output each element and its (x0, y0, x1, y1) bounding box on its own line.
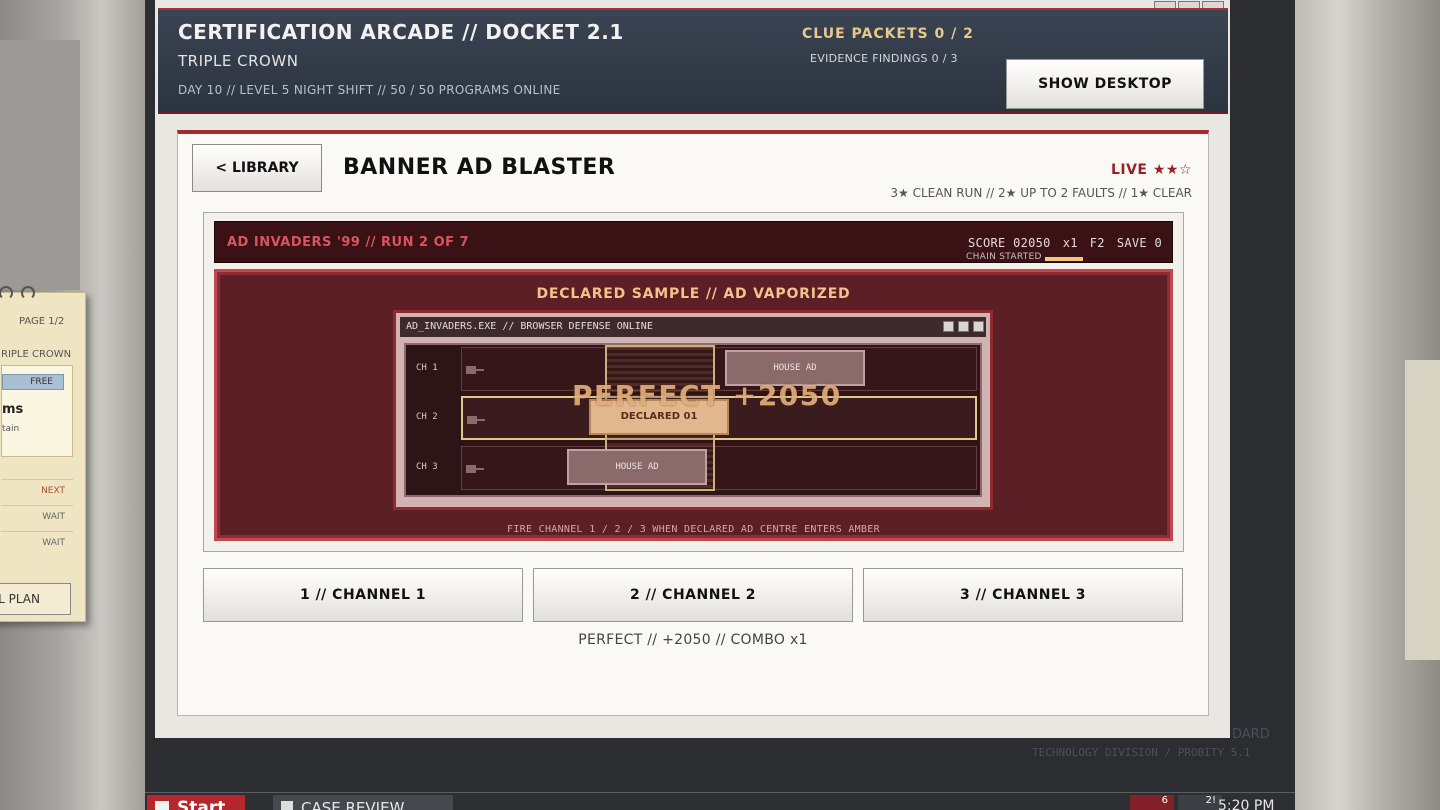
ad-window-controls (939, 317, 984, 336)
evidence-findings-counter: EVIDENCE FINDINGS 0 / 3 (810, 52, 958, 65)
notepad-row-next: NEXT (1, 479, 73, 501)
lane-channel-3 (461, 446, 977, 490)
app-header: CERTIFICATION ARCADE // DOCKET 2.1 TRIPL… (158, 8, 1228, 114)
notepad-row-wait: WAIT (1, 531, 73, 553)
controls-hint: FIRE CHANNEL 1 / 2 / 3 WHEN DECLARED AD … (507, 524, 880, 535)
game-frame: AD INVADERS '99 // RUN 2 OF 7 SCORE 0205… (203, 212, 1184, 552)
channel-label: CH 1 (416, 363, 438, 373)
cannon-icon (467, 416, 485, 424)
taskbar: Start CASE REVIEW 6 2! (145, 792, 1295, 810)
run-title: AD INVADERS '99 // RUN 2 OF 7 (227, 235, 470, 250)
game-status-bar: AD INVADERS '99 // RUN 2 OF 7 SCORE 0205… (214, 221, 1173, 263)
start-icon (155, 801, 169, 810)
game-title: BANNER AD BLASTER (343, 155, 616, 180)
cubicle-panel (0, 40, 80, 290)
notepad[interactable]: PAGE 1/2 RIPLE CROWN FREE ms tain NEXT W… (0, 286, 86, 622)
chain-progress-bar (1045, 257, 1083, 261)
chain-label: CHAIN STARTED (966, 252, 1042, 262)
channel-3-button[interactable]: 3 // CHANNEL 3 (863, 568, 1183, 622)
house-ad-banner: HOUSE AD (567, 449, 707, 485)
result-text: PERFECT // +2050 // COMBO x1 (578, 632, 808, 648)
app-title: CERTIFICATION ARCADE // DOCKET 2.1 (178, 20, 624, 44)
clue-packets-counter: CLUE PACKETS 0 / 2 (802, 26, 974, 42)
window-button-icon (958, 321, 969, 332)
notepad-card-text: tain (2, 424, 20, 434)
game-playfield[interactable]: DECLARED SAMPLE // AD VAPORIZED AD_INVAD… (214, 269, 1173, 541)
ad-invaders-window: AD_INVADERS.EXE // BROWSER DEFENSE ONLIN… (393, 310, 993, 510)
notepad-page-number: PAGE 1/2 (19, 316, 65, 327)
live-star-rating: LIVE ★★☆ (1110, 162, 1192, 178)
save-count: SAVE 0 (1116, 236, 1162, 250)
task-label: CASE REVIEW (301, 799, 405, 810)
notepad-card-title: ms (2, 402, 24, 417)
multiplier: x1 (1062, 236, 1078, 250)
game-card: < LIBRARY BANNER AD BLASTER LIVE ★★☆ 3★ … (177, 130, 1209, 716)
cannon-icon (466, 465, 484, 473)
declared-banner: DECLARED SAMPLE // AD VAPORIZED (536, 286, 851, 302)
cannon-icon (466, 366, 484, 374)
ad-window-titlebar: AD_INVADERS.EXE // BROWSER DEFENSE ONLIN… (400, 317, 986, 337)
free-badge: FREE (2, 374, 64, 390)
taskbar-clock: 5:20 PM (1218, 798, 1275, 810)
library-back-button[interactable]: < LIBRARY (192, 144, 322, 192)
lanes-area: CH 1 CH 2 CH 3 HOUSE AD DECLARED 01 HOUS… (404, 343, 982, 497)
start-label: Start (177, 798, 226, 810)
perfect-popup: PERFECT +2050 (572, 379, 842, 412)
notepad-heading: RIPLE CROWN (1, 349, 72, 360)
alert-badge[interactable]: 2! (1178, 795, 1222, 810)
show-desktop-button[interactable]: SHOW DESKTOP (1006, 59, 1204, 109)
notepad-row-wait: WAIT (1, 505, 73, 527)
window-button-icon (943, 321, 954, 332)
clipboard-icon (281, 801, 293, 810)
cubicle-shelf (1405, 360, 1440, 660)
channel-1-button[interactable]: 1 // CHANNEL 1 (203, 568, 523, 622)
watermark-title: DARD (1232, 727, 1270, 742)
taskbar-case-review[interactable]: CASE REVIEW (273, 795, 453, 810)
app-subtitle: TRIPLE CROWN (178, 52, 299, 70)
status-line: DAY 10 // LEVEL 5 NIGHT SHIFT // 50 / 50… (178, 83, 561, 97)
channel-2-button[interactable]: 2 // CHANNEL 2 (533, 568, 853, 622)
channel-label: CH 2 (416, 412, 438, 422)
star-rules: 3★ CLEAN RUN // 2★ UP TO 2 FAULTS // 1★ … (890, 186, 1192, 200)
full-plan-button[interactable]: LL PLAN (0, 583, 71, 615)
score-readout: SCORE 02050 x1 F2 SAVE 0 (956, 236, 1162, 250)
notepad-rings (0, 285, 43, 304)
notepad-card: FREE ms tain (1, 365, 73, 457)
channel-label: CH 3 (416, 462, 438, 472)
faults: F2 (1089, 236, 1105, 250)
start-button[interactable]: Start (147, 795, 245, 810)
window-button-icon (973, 321, 984, 332)
watermark-division: TECHNOLOGY DIVISION / PROBITY 5.1 (1032, 746, 1251, 759)
score-value: SCORE 02050 (967, 236, 1051, 250)
notification-badge[interactable]: 6 (1130, 795, 1174, 810)
